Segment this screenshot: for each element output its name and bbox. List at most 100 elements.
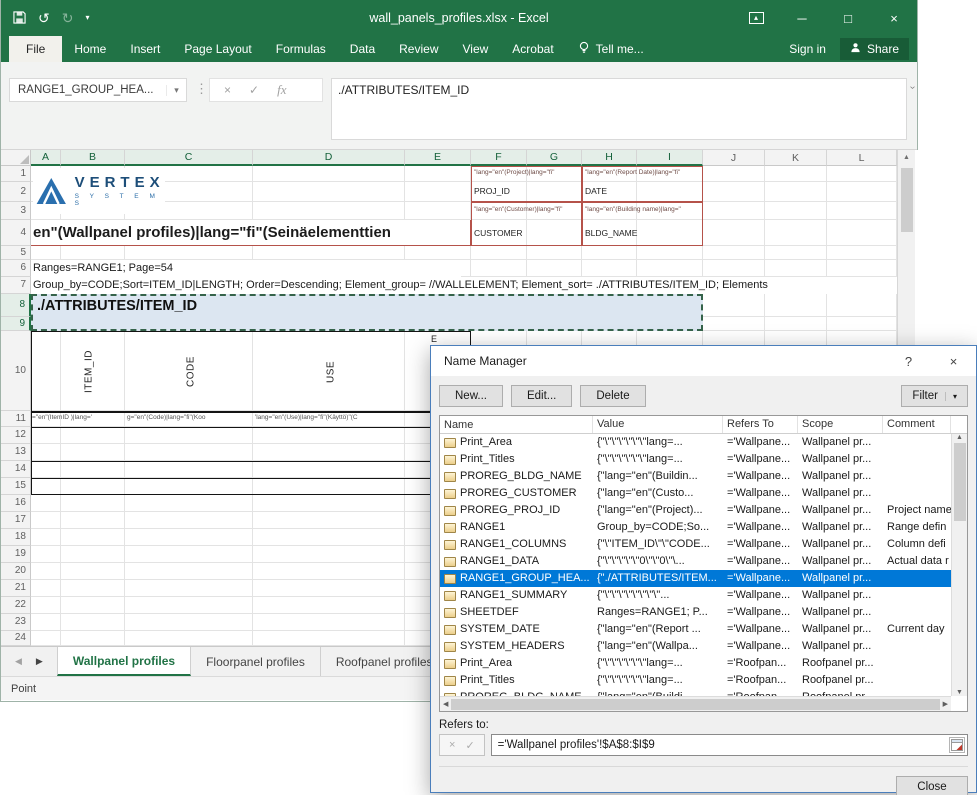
column-header-J[interactable]: J — [703, 150, 765, 166]
row-header-14[interactable]: 14 — [1, 461, 31, 478]
nm-row-print_titles[interactable]: Print_Titles{"\"\"\"\"\"\"lang=...='Roof… — [440, 672, 951, 689]
row-header-19[interactable]: 19 — [1, 546, 31, 563]
row-header-21[interactable]: 21 — [1, 580, 31, 597]
nm-scroll-down-icon[interactable]: ▼ — [956, 689, 963, 696]
row-header-13[interactable]: 13 — [1, 444, 31, 461]
row-header-6[interactable]: 6 — [1, 260, 31, 277]
range-picker-icon[interactable] — [949, 737, 965, 753]
edit-name-button[interactable]: Edit... — [511, 385, 572, 407]
tell-me-box[interactable]: Tell me... — [566, 41, 656, 57]
qat-customize-icon[interactable]: ▾ — [85, 14, 89, 22]
save-icon[interactable] — [13, 11, 26, 26]
ribbon-tab-file[interactable]: File — [9, 36, 62, 62]
column-header-C[interactable]: C — [125, 150, 253, 166]
nm-row-proreg_bldg_name[interactable]: PROREG_BLDG_NAME{"lang="en"(Buildin...='… — [440, 468, 951, 485]
close-button[interactable]: Close — [896, 776, 968, 795]
nm-row-range1_columns[interactable]: RANGE1_COLUMNS{"\"ITEM_ID\"\"CODE...='Wa… — [440, 536, 951, 553]
sign-in-link[interactable]: Sign in — [789, 42, 826, 56]
nm-row-proreg_customer[interactable]: PROREG_CUSTOMER{"lang="en"(Custo...='Wal… — [440, 485, 951, 502]
nm-row-system_date[interactable]: SYSTEM_DATE{"lang="en"(Report ...='Wallp… — [440, 621, 951, 638]
dialog-help-icon[interactable]: ? — [886, 346, 931, 376]
row-header-2[interactable]: 2 — [1, 182, 31, 202]
formula-input[interactable]: ./ATTRIBUTES/ITEM_ID — [331, 78, 907, 140]
ribbon-tab-insert[interactable]: Insert — [118, 36, 172, 62]
nm-row-range1[interactable]: RANGE1Group_by=CODE;So...='Wallpane...Wa… — [440, 519, 951, 536]
nm-row-print_titles[interactable]: Print_Titles{"\"\"\"\"\"\"lang=...='Wall… — [440, 451, 951, 468]
sheet-nav-right-icon[interactable]: ▶ — [36, 656, 43, 667]
ribbon-tab-review[interactable]: Review — [387, 36, 450, 62]
row-header-4[interactable]: 4 — [1, 220, 31, 246]
insert-function-icon[interactable]: fx — [277, 82, 286, 98]
formula-bar-collapse-icon[interactable]: › — [908, 78, 918, 140]
selected-range-a8-i9[interactable]: ./ATTRIBUTES/ITEM_ID — [31, 294, 703, 331]
nm-row-range1_group_hea-[interactable]: RANGE1_GROUP_HEA...{"./ATTRIBUTES/ITEM..… — [440, 570, 951, 587]
row-header-5[interactable]: 5 — [1, 246, 31, 260]
nm-hscroll-thumb[interactable] — [451, 699, 939, 710]
minimize-icon[interactable]: ─ — [779, 0, 825, 36]
row-header-9[interactable]: 9 — [1, 317, 31, 331]
name-box[interactable]: RANGE1_GROUP_HEA... ▾ — [9, 78, 187, 102]
nm-horizontal-scrollbar[interactable]: ◀ ▶ — [440, 696, 951, 711]
row-header-11[interactable]: 11 — [1, 411, 31, 427]
new-name-button[interactable]: New... — [439, 385, 503, 407]
column-header-H[interactable]: H — [582, 150, 637, 166]
formula-bar-splitter[interactable]: ⋮ — [195, 81, 208, 97]
nm-row-print_area[interactable]: Print_Area{"\"\"\"\"\"\"lang=...='Wallpa… — [440, 434, 951, 451]
nm-scroll-right-icon[interactable]: ▶ — [943, 700, 948, 708]
sheet-tab-floorpanel-profiles[interactable]: Floorpanel profiles — [191, 647, 321, 676]
delete-name-button[interactable]: Delete — [580, 385, 645, 407]
row-header-20[interactable]: 20 — [1, 563, 31, 580]
column-header-K[interactable]: K — [765, 150, 827, 166]
column-header-D[interactable]: D — [253, 150, 405, 166]
nm-vertical-scrollbar[interactable]: ▲ ▼ — [951, 434, 967, 696]
nm-column-header-name[interactable]: Name — [440, 416, 593, 433]
nm-column-header-refers-to[interactable]: Refers To — [723, 416, 798, 433]
ribbon-tab-formulas[interactable]: Formulas — [264, 36, 338, 62]
row-header-17[interactable]: 17 — [1, 512, 31, 529]
name-box-dropdown-icon[interactable]: ▾ — [166, 85, 186, 96]
column-header-I[interactable]: I — [637, 150, 703, 166]
row-header-23[interactable]: 23 — [1, 614, 31, 631]
column-header-B[interactable]: B — [61, 150, 125, 166]
ribbon-tab-data[interactable]: Data — [338, 36, 387, 62]
sheet-nav-left-icon[interactable]: ◀ — [15, 656, 22, 667]
maximize-icon[interactable]: □ — [825, 0, 871, 36]
ribbon-display-options-icon[interactable]: ▴ — [733, 0, 779, 36]
row-header-10[interactable]: 10 — [1, 331, 31, 411]
nm-row-proreg_proj_id[interactable]: PROREG_PROJ_ID{"lang="en"(Project)...='W… — [440, 502, 951, 519]
share-button[interactable]: Share — [840, 38, 909, 60]
row-header-7[interactable]: 7 — [1, 277, 31, 294]
close-icon[interactable]: × — [871, 0, 917, 36]
ribbon-tab-view[interactable]: View — [451, 36, 501, 62]
cancel-entry-icon[interactable]: × — [224, 83, 231, 97]
row-header-18[interactable]: 18 — [1, 529, 31, 546]
column-header-E[interactable]: E — [405, 150, 471, 166]
row-header-12[interactable]: 12 — [1, 427, 31, 444]
nm-column-header-comment[interactable]: Comment — [883, 416, 951, 433]
redo-icon[interactable]: ↻ — [62, 11, 74, 25]
column-header-G[interactable]: G — [527, 150, 582, 166]
filter-button[interactable]: Filter ▾ — [901, 385, 968, 407]
nm-column-header-scope[interactable]: Scope — [798, 416, 883, 433]
row-header-15[interactable]: 15 — [1, 478, 31, 495]
nm-row-system_headers[interactable]: SYSTEM_HEADERS{"lang="en"(Wallpa...='Wal… — [440, 638, 951, 655]
row-header-24[interactable]: 24 — [1, 631, 31, 646]
column-header-L[interactable]: L — [827, 150, 897, 166]
nm-row-sheetdef[interactable]: SHEETDEFRanges=RANGE1; P...='Wallpane...… — [440, 604, 951, 621]
row-header-8[interactable]: 8 — [1, 294, 31, 317]
confirm-entry-icon[interactable]: ✓ — [249, 83, 259, 97]
sheet-tab-wallpanel-profiles[interactable]: Wallpanel profiles — [57, 647, 191, 676]
nm-row-range1_data[interactable]: RANGE1_DATA{"\"\"\"\"\"0\"\"0\"\...='Wal… — [440, 553, 951, 570]
column-header-A[interactable]: A — [31, 150, 61, 166]
select-all-corner[interactable] — [1, 150, 31, 166]
nm-column-header-value[interactable]: Value — [593, 416, 723, 433]
refers-to-input[interactable]: ='Wallpanel profiles'!$A$8:$I$9 — [491, 734, 968, 756]
refers-commit-icon[interactable]: ✓ — [465, 739, 474, 752]
row-header-16[interactable]: 16 — [1, 495, 31, 512]
nm-row-range1_summary[interactable]: RANGE1_SUMMARY{"\"\"\"\"\"\"\"\"...='Wal… — [440, 587, 951, 604]
refers-cancel-icon[interactable]: × — [449, 739, 455, 751]
nm-scroll-up-icon[interactable]: ▲ — [956, 434, 963, 441]
nm-scroll-thumb[interactable] — [954, 443, 966, 521]
row-header-22[interactable]: 22 — [1, 597, 31, 614]
row-header-1[interactable]: 1 — [1, 166, 31, 182]
